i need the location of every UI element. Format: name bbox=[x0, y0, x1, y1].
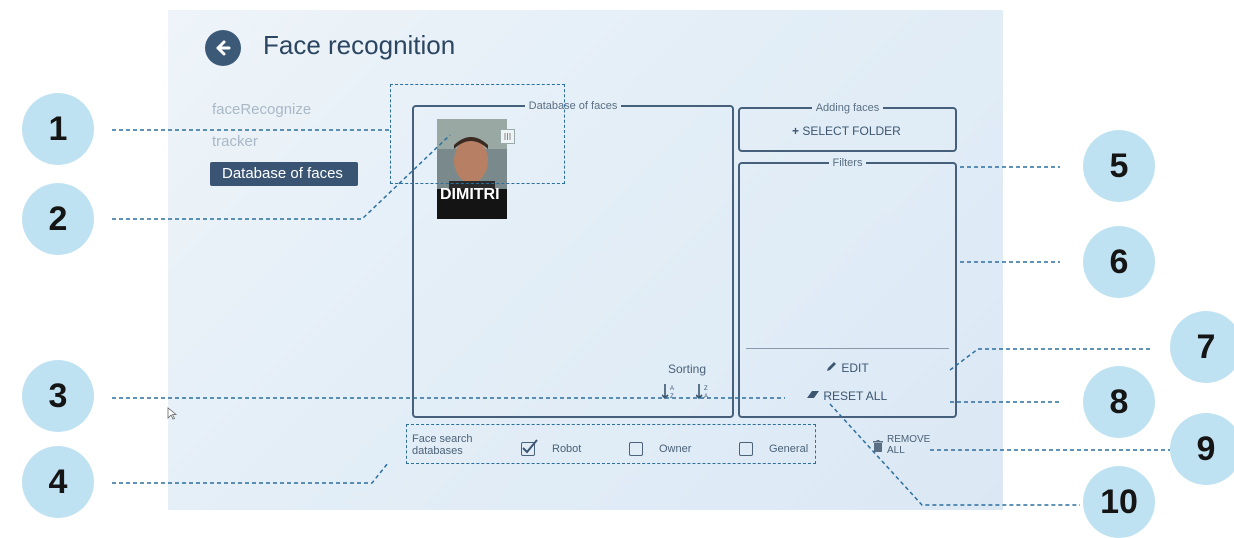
annotation-leaders bbox=[112, 129, 1170, 506]
callout-6: 6 bbox=[1083, 226, 1155, 298]
callout-5: 5 bbox=[1083, 130, 1155, 202]
callout-4: 4 bbox=[22, 446, 94, 518]
callout-10: 10 bbox=[1083, 466, 1155, 538]
callout-7: 7 bbox=[1170, 311, 1234, 383]
callout-8: 8 bbox=[1083, 366, 1155, 438]
callout-1: 1 bbox=[22, 93, 94, 165]
callout-3: 3 bbox=[22, 360, 94, 432]
callout-9: 9 bbox=[1170, 413, 1234, 485]
callout-2: 2 bbox=[22, 183, 94, 255]
